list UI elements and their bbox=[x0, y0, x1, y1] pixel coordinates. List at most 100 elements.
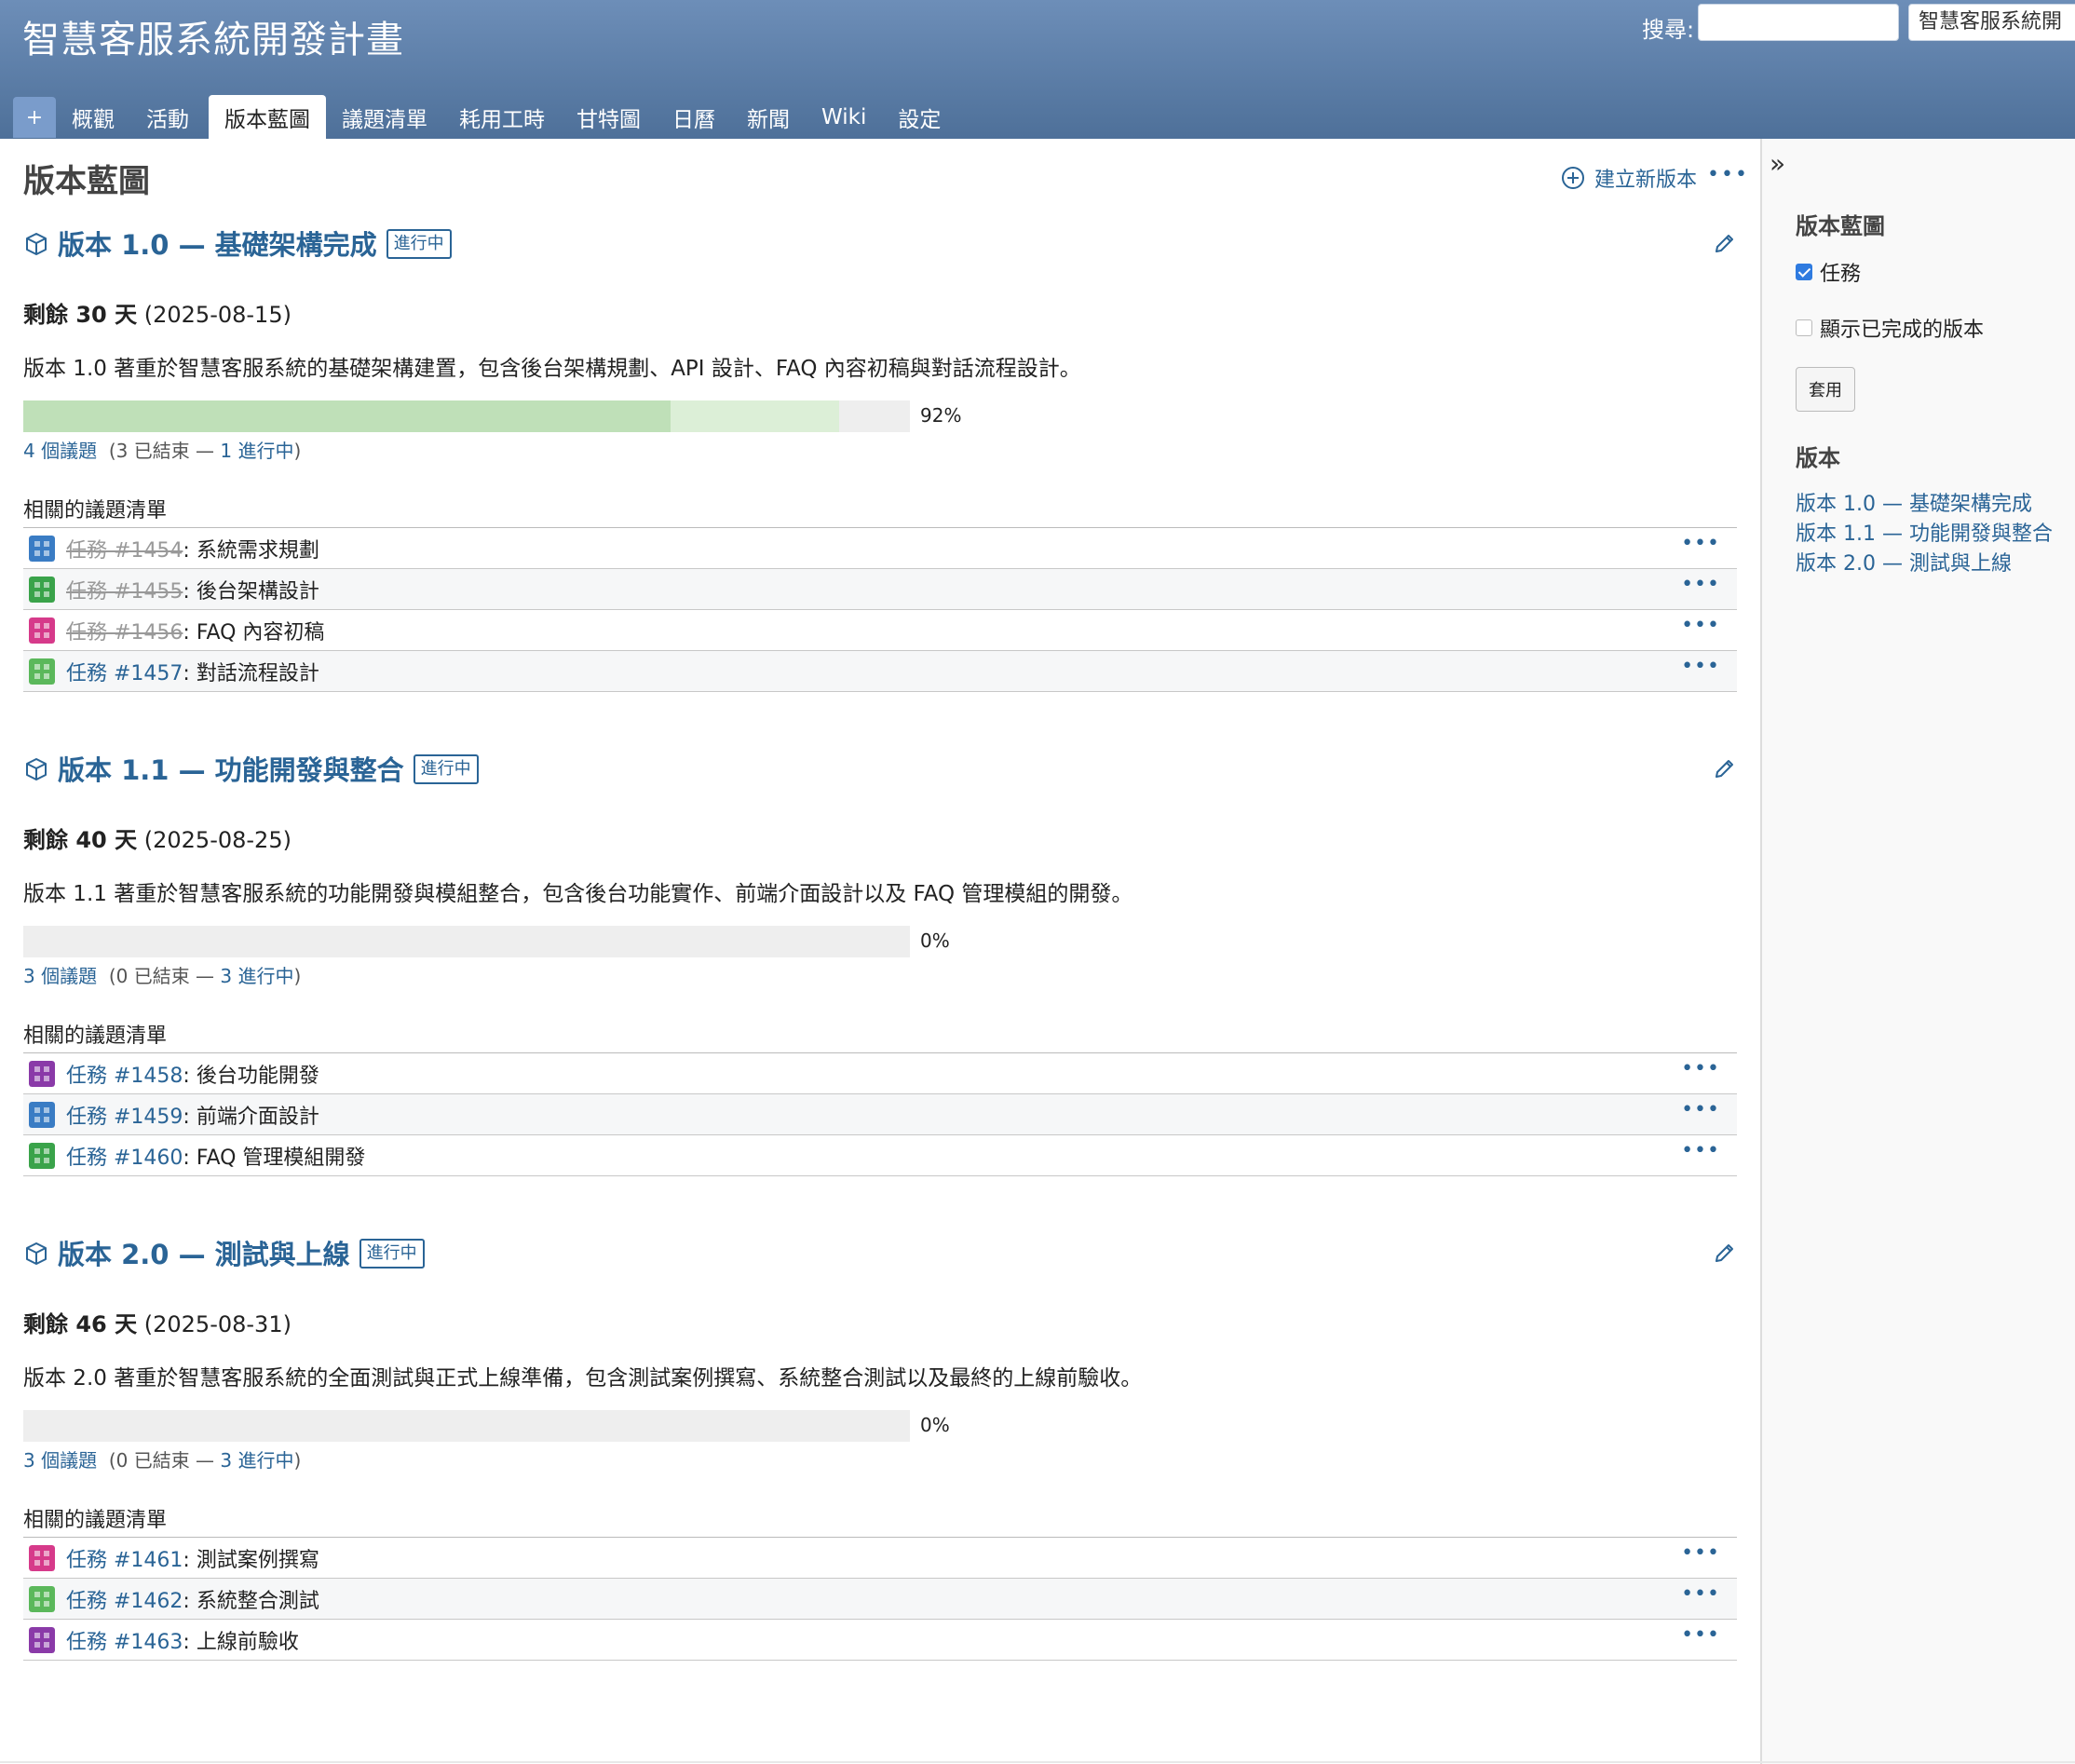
tracker-task-checkbox[interactable]: 任務 bbox=[1796, 257, 1861, 287]
issue-row: 任務 #1455: 後台架構設計 ••• bbox=[23, 569, 1737, 610]
tab-issues[interactable]: 議題清單 bbox=[326, 95, 443, 139]
project-title[interactable]: 智慧客服系統開發計畫 bbox=[22, 9, 404, 63]
row-actions-menu[interactable]: ••• bbox=[1681, 1541, 1720, 1565]
open-count-link[interactable]: 3 進行中 bbox=[220, 965, 293, 987]
due-date-line: 剩餘 46 天 (2025-08-31) bbox=[23, 1306, 292, 1338]
issue-link[interactable]: 任務 #1460 bbox=[66, 1141, 183, 1171]
checkbox-unchecked-icon[interactable] bbox=[1796, 319, 1812, 336]
version-section: 版本 2.0 — 測試與上線 進行中剩餘 46 天 (2025-08-31) 版本 … bbox=[23, 1233, 1737, 1661]
issue-row: 任務 #1459: 前端介面設計 ••• bbox=[23, 1094, 1737, 1135]
tab-calendar[interactable]: 日曆 bbox=[657, 95, 731, 139]
checkbox-checked-icon[interactable] bbox=[1796, 264, 1812, 280]
closed-count: (0 已結束 — bbox=[108, 1449, 221, 1472]
avatar bbox=[29, 1544, 55, 1571]
tab-roadmap[interactable]: 版本藍圖 bbox=[209, 95, 326, 139]
avatar bbox=[29, 1101, 55, 1128]
row-actions-menu[interactable]: ••• bbox=[1681, 655, 1720, 678]
days-remaining: 剩餘 40 天 bbox=[23, 827, 138, 853]
issue-row: 任務 #1458: 後台功能開發 ••• bbox=[23, 1053, 1737, 1094]
version-description: 版本 2.0 著重於智慧客服系統的全面測試與正式上線準備，包含測試案例撰寫、系統… bbox=[23, 1366, 1143, 1391]
avatar bbox=[29, 617, 55, 644]
issue-stats: 4 個議題 (3 已結束 — 1 進行中) bbox=[23, 436, 301, 463]
version-title-link[interactable]: 版本 1.1 — 功能開發與整合 進行中 bbox=[58, 749, 479, 788]
row-actions-menu[interactable]: ••• bbox=[1681, 1623, 1720, 1647]
issue-subject: : FAQ 內容初稿 bbox=[183, 620, 325, 645]
due-date: (2025-08-15) bbox=[143, 302, 292, 328]
header: 智慧客服系統開發計畫 搜尋: 智慧客服系統開 + 概觀 活動 版本藍圖 議題清單… bbox=[0, 0, 2075, 139]
issue-link[interactable]: 任務 #1455 bbox=[66, 575, 183, 604]
issue-subject: : FAQ 管理模組開發 bbox=[183, 1146, 366, 1170]
closed-count: (0 已結束 — bbox=[108, 965, 221, 987]
tab-wiki[interactable]: Wiki bbox=[806, 95, 882, 139]
edit-pencil-icon[interactable] bbox=[1711, 1241, 1737, 1267]
version-title: 版本 1.0 — 基礎架構完成 bbox=[58, 229, 377, 261]
version-section: 版本 1.0 — 基礎架構完成 進行中剩餘 30 天 (2025-08-15) 版本… bbox=[23, 224, 1737, 692]
open-count-link[interactable]: 1 進行中 bbox=[220, 440, 293, 462]
issue-row: 任務 #1456: FAQ 內容初稿 ••• bbox=[23, 610, 1737, 651]
sidebar-heading: 版本藍圖 bbox=[1796, 213, 1885, 239]
avatar bbox=[29, 658, 55, 685]
avatar bbox=[29, 1585, 55, 1612]
issue-link[interactable]: 任務 #1461 bbox=[66, 1543, 183, 1573]
row-actions-menu[interactable]: ••• bbox=[1681, 573, 1720, 596]
issue-link[interactable]: 任務 #1456 bbox=[66, 616, 183, 645]
row-actions-menu[interactable]: ••• bbox=[1681, 614, 1720, 637]
row-actions-menu[interactable]: ••• bbox=[1681, 1582, 1720, 1606]
tab-activity[interactable]: 活動 bbox=[130, 95, 205, 139]
issue-subject: : 系統整合測試 bbox=[183, 1589, 319, 1613]
add-circle-icon bbox=[1562, 167, 1584, 189]
row-actions-menu[interactable]: ••• bbox=[1681, 1057, 1720, 1080]
tab-gantt[interactable]: 甘特圖 bbox=[561, 95, 657, 139]
version-title-link[interactable]: 版本 1.0 — 基礎架構完成 進行中 bbox=[58, 224, 452, 263]
issue-stats: 3 個議題 (0 已結束 — 3 進行中) bbox=[23, 1445, 301, 1472]
apply-button[interactable]: 套用 bbox=[1796, 367, 1855, 412]
due-date-line: 剩餘 30 天 (2025-08-15) bbox=[23, 296, 292, 329]
issue-subject: : 前端介面設計 bbox=[183, 1105, 319, 1129]
issue-row: 任務 #1463: 上線前驗收 ••• bbox=[23, 1620, 1737, 1661]
issue-link[interactable]: 任務 #1462 bbox=[66, 1584, 183, 1614]
page-title: 版本藍圖 bbox=[23, 163, 150, 200]
avatar bbox=[29, 535, 55, 562]
issue-count-link[interactable]: 3 個議題 bbox=[23, 965, 97, 987]
status-badge: 進行中 bbox=[413, 754, 479, 784]
close-paren: ) bbox=[293, 965, 302, 987]
row-actions-menu[interactable]: ••• bbox=[1681, 1098, 1720, 1121]
sidebar-version-link-1[interactable]: 版本 1.0 — 基礎架構完成 bbox=[1796, 487, 2032, 517]
new-object-button[interactable]: + bbox=[13, 97, 56, 138]
issue-count-link[interactable]: 4 個議題 bbox=[23, 440, 97, 462]
issue-link[interactable]: 任務 #1459 bbox=[66, 1100, 183, 1130]
sidebar: » 版本藍圖 任務 顯示已完成的版本 套用 版本 版本 1.0 — 基礎架構完成… bbox=[1760, 139, 2075, 1764]
issue-row: 任務 #1462: 系統整合測試 ••• bbox=[23, 1579, 1737, 1620]
project-jump-select[interactable]: 智慧客服系統開 bbox=[1908, 4, 2075, 41]
search-input[interactable] bbox=[1698, 4, 1899, 41]
version-title-link[interactable]: 版本 2.0 — 測試與上線 進行中 bbox=[58, 1233, 425, 1272]
issue-subject: : 測試案例撰寫 bbox=[183, 1548, 319, 1572]
sidebar-collapse-icon[interactable]: » bbox=[1770, 148, 1785, 179]
tab-overview[interactable]: 概觀 bbox=[56, 95, 130, 139]
issue-link[interactable]: 任務 #1454 bbox=[66, 534, 183, 563]
tab-settings[interactable]: 設定 bbox=[882, 95, 956, 139]
tab-time-entries[interactable]: 耗用工時 bbox=[443, 95, 561, 139]
edit-pencil-icon[interactable] bbox=[1711, 756, 1737, 782]
issue-row: 任務 #1461: 測試案例撰寫 ••• bbox=[23, 1538, 1737, 1579]
open-count-link[interactable]: 3 進行中 bbox=[220, 1449, 293, 1472]
show-completed-checkbox[interactable]: 顯示已完成的版本 bbox=[1796, 313, 1984, 343]
tab-news[interactable]: 新聞 bbox=[731, 95, 806, 139]
page-actions-menu[interactable]: ••• bbox=[1707, 163, 1749, 186]
related-issues-title: 相關的議題清單 bbox=[23, 499, 168, 522]
issue-row: 任務 #1457: 對話流程設計 ••• bbox=[23, 651, 1737, 692]
close-paren: ) bbox=[293, 440, 302, 462]
new-version-link[interactable]: 建立新版本 bbox=[1561, 163, 1697, 193]
issue-link[interactable]: 任務 #1458 bbox=[66, 1059, 183, 1089]
sidebar-version-link-3[interactable]: 版本 2.0 — 測試與上線 bbox=[1796, 547, 2012, 577]
issue-link[interactable]: 任務 #1463 bbox=[66, 1625, 183, 1655]
days-remaining: 剩餘 30 天 bbox=[23, 302, 138, 328]
avatar bbox=[29, 576, 55, 603]
sidebar-version-link-2[interactable]: 版本 1.1 — 功能開發與整合 bbox=[1796, 517, 2053, 547]
issue-count-link[interactable]: 3 個議題 bbox=[23, 1449, 97, 1472]
row-actions-menu[interactable]: ••• bbox=[1681, 532, 1720, 555]
edit-pencil-icon[interactable] bbox=[1711, 231, 1737, 257]
progress-percent: 0% bbox=[920, 1414, 950, 1436]
issue-link[interactable]: 任務 #1457 bbox=[66, 657, 183, 686]
row-actions-menu[interactable]: ••• bbox=[1681, 1139, 1720, 1162]
